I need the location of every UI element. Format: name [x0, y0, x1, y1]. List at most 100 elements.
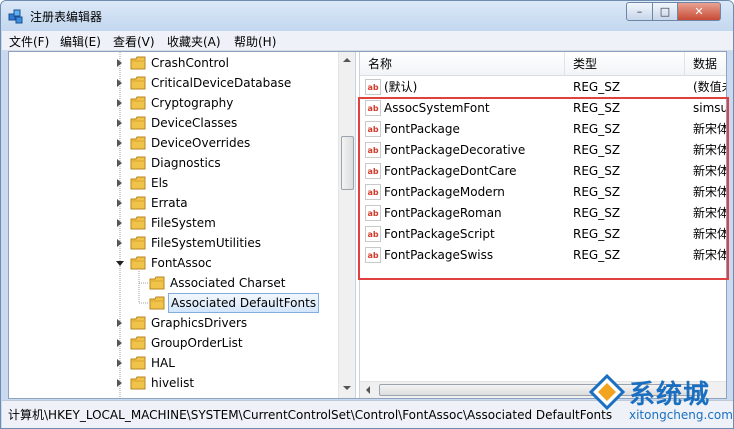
column-header-type[interactable]: 类型: [565, 52, 685, 76]
tree-item[interactable]: GraphicsDrivers: [9, 313, 337, 333]
column-header-name[interactable]: 名称: [360, 52, 565, 76]
tree-vertical-scrollbar[interactable]: [338, 52, 355, 398]
scroll-left-arrow-icon[interactable]: [366, 386, 370, 394]
tree-item[interactable]: Associated Charset: [9, 273, 337, 293]
expand-arrow-icon[interactable]: [117, 119, 122, 127]
status-path: 计算机\HKEY_LOCAL_MACHINE\SYSTEM\CurrentCon…: [8, 408, 613, 422]
expand-arrow-icon[interactable]: [117, 239, 122, 247]
tree-item-label: GroupOrderList: [151, 336, 243, 350]
registry-value-row[interactable]: ab FontPackageRoman REG_SZ 新宋体: [360, 203, 726, 224]
tree-item[interactable]: HAL: [9, 353, 337, 373]
maximize-button[interactable]: □: [652, 2, 678, 21]
registry-value-row[interactable]: ab (默认) REG_SZ (数值未: [360, 77, 726, 98]
expand-arrow-icon[interactable]: [117, 159, 122, 167]
expand-arrow-icon[interactable]: [117, 339, 122, 347]
tree-item[interactable]: Els: [9, 173, 337, 193]
tree-scroll-thumb[interactable]: [341, 136, 354, 190]
registry-value-row[interactable]: ab FontPackageDontCare REG_SZ 新宋体: [360, 161, 726, 182]
scroll-down-arrow-icon[interactable]: [343, 386, 351, 390]
string-value-icon: ab: [365, 226, 381, 242]
registry-values-list: 名称 类型 数据 ab (默认) REG_SZ (数值未 ab AssocSystemFo…: [360, 52, 726, 398]
folder-icon: [130, 236, 146, 250]
tree-item-label: FontAssoc: [151, 256, 212, 270]
menu-view[interactable]: 查看(V): [113, 33, 155, 50]
column-header-data[interactable]: 数据: [685, 52, 726, 76]
registry-value-row[interactable]: ab FontPackageScript REG_SZ 新宋体: [360, 224, 726, 245]
collapse-arrow-icon[interactable]: [116, 261, 124, 266]
string-value-icon: ab: [365, 79, 381, 95]
tree-item[interactable]: GroupOrderList: [9, 333, 337, 353]
expand-arrow-icon[interactable]: [117, 359, 122, 367]
tree-item-label: DeviceOverrides: [151, 136, 251, 150]
value-name: AssocSystemFont: [384, 101, 490, 115]
value-type: REG_SZ: [573, 206, 621, 220]
watermark-logo-icon: [589, 374, 625, 410]
string-value-icon: ab: [365, 247, 381, 263]
svg-text:ab: ab: [367, 188, 378, 197]
tree-item[interactable]: FileSystem: [9, 213, 337, 233]
minimize-button[interactable]: –: [626, 2, 653, 21]
tree-item[interactable]: FontAssoc: [9, 253, 337, 273]
value-type: REG_SZ: [573, 227, 621, 241]
registry-value-row[interactable]: ab AssocSystemFont REG_SZ simsun: [360, 98, 726, 119]
registry-value-row[interactable]: ab FontPackageDecorative REG_SZ 新宋体: [360, 140, 726, 161]
value-name: FontPackageRoman: [384, 206, 502, 220]
tree-item-label: hivelist: [151, 376, 195, 390]
folder-icon: [130, 136, 146, 150]
tree-item-label: HAL: [151, 356, 175, 370]
menu-bar: 文件(F) 编辑(E) 查看(V) 收藏夹(A) 帮助(H): [2, 31, 733, 51]
svg-text:ab: ab: [367, 167, 378, 176]
tree-item[interactable]: Cryptography: [9, 93, 337, 113]
tree-item[interactable]: DeviceOverrides: [9, 133, 337, 153]
expand-arrow-icon[interactable]: [117, 379, 122, 387]
value-name: FontPackageDecorative: [384, 143, 526, 157]
registry-value-row[interactable]: ab FontPackageSwiss REG_SZ 新宋体: [360, 245, 726, 266]
scroll-up-arrow-icon[interactable]: [343, 58, 351, 62]
expand-arrow-icon[interactable]: [117, 99, 122, 107]
tree-item[interactable]: Diagnostics: [9, 153, 337, 173]
close-button[interactable]: ✕: [677, 2, 721, 21]
expand-arrow-icon[interactable]: [117, 79, 122, 87]
title-bar[interactable]: 注册表编辑器 – □ ✕: [1, 1, 733, 31]
expand-arrow-icon[interactable]: [117, 59, 122, 67]
tree-item[interactable]: Associated DefaultFonts: [9, 293, 337, 313]
expand-arrow-icon[interactable]: [117, 139, 122, 147]
folder-icon: [130, 376, 146, 390]
string-value-icon: ab: [365, 205, 381, 221]
value-name: FontPackage: [384, 122, 460, 136]
tree-item[interactable]: hivelist: [9, 373, 337, 393]
tree-item[interactable]: CriticalDeviceDatabase: [9, 73, 337, 93]
folder-icon: [130, 316, 146, 330]
menu-edit[interactable]: 编辑(E): [60, 33, 101, 50]
value-type: REG_SZ: [573, 101, 621, 115]
folder-icon: [130, 156, 146, 170]
folder-icon: [130, 76, 146, 90]
value-data: 新宋体: [693, 143, 726, 157]
menu-favorites[interactable]: 收藏夹(A): [167, 33, 221, 50]
value-data: 新宋体: [693, 227, 726, 241]
tree-item[interactable]: CrashControl: [9, 53, 337, 73]
value-type: REG_SZ: [573, 143, 621, 157]
tree-item[interactable]: Errata: [9, 193, 337, 213]
value-data: 新宋体: [693, 248, 726, 262]
list-header: 名称 类型 数据: [360, 52, 726, 76]
menu-help[interactable]: 帮助(H): [234, 33, 276, 50]
registry-value-row[interactable]: ab FontPackage REG_SZ 新宋体: [360, 119, 726, 140]
registry-value-row[interactable]: ab FontPackageModern REG_SZ 新宋体: [360, 182, 726, 203]
tree-item[interactable]: DeviceClasses: [9, 113, 337, 133]
svg-text:ab: ab: [367, 83, 378, 92]
tree-item-label: Errata: [151, 196, 188, 210]
folder-icon: [130, 196, 146, 210]
tree-item[interactable]: FileSystemUtilities: [9, 233, 337, 253]
value-name: FontPackageScript: [384, 227, 495, 241]
expand-arrow-icon[interactable]: [117, 319, 122, 327]
menu-file[interactable]: 文件(F): [9, 33, 49, 50]
expand-arrow-icon[interactable]: [117, 179, 122, 187]
svg-text:ab: ab: [367, 230, 378, 239]
expand-arrow-icon[interactable]: [117, 219, 122, 227]
value-data: (数值未: [693, 80, 726, 94]
expand-arrow-icon[interactable]: [117, 199, 122, 207]
value-data: 新宋体: [693, 164, 726, 178]
folder-icon: [130, 216, 146, 230]
watermark-site: xitongcheng.com: [629, 408, 733, 422]
